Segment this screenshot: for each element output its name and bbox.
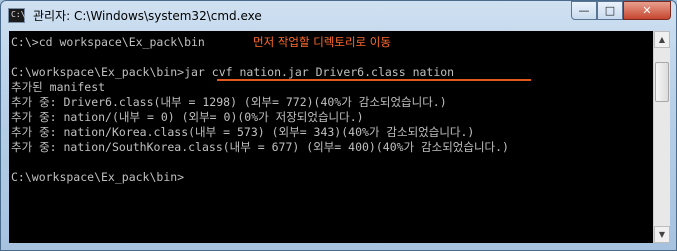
console-prompt: C:\workspace\Ex_pack\bin>	[11, 170, 185, 184]
scroll-down-icon[interactable]: ▼	[654, 226, 670, 243]
vertical-scrollbar[interactable]: ▲ ▼	[653, 31, 670, 243]
console-line: C:\workspace\Ex_pack\bin>jar cvf nation.…	[11, 65, 455, 79]
minimize-button[interactable]: —	[571, 1, 597, 20]
cmd-window: C:\ 관리자: C:\Windows\system32\cmd.exe — □…	[0, 0, 677, 251]
console-line: C:\>cd workspace\Ex_pack\bin	[11, 35, 205, 49]
scroll-up-icon[interactable]: ▲	[654, 31, 670, 48]
scroll-thumb[interactable]	[655, 62, 669, 102]
console-line: 추가 중: nation/(내부 = 0) (외부= 0)(0%가 저장되었습니…	[11, 110, 364, 124]
cmd-app-icon[interactable]: C:\	[8, 8, 25, 23]
console-output[interactable]: C:\>cd workspace\Ex_pack\bin 먼저 작업할 디렉토리…	[9, 31, 653, 243]
console-line: 추가 중: Driver6.class(내부 = 1298) (외부= 772)…	[11, 95, 447, 109]
window-title: 관리자: C:\Windows\system32\cmd.exe	[33, 9, 262, 23]
annotation-text: 먼저 작업할 디렉토리로 이동	[253, 35, 391, 49]
title-bar[interactable]: C:\ 관리자: C:\Windows\system32\cmd.exe — □…	[1, 1, 676, 31]
maximize-button[interactable]: □	[597, 1, 623, 20]
console-line: 추가 중: nation/Korea.class(내부 = 573) (외부= …	[11, 125, 475, 139]
console-line: 추가된 manifest	[11, 80, 106, 94]
close-button[interactable]: ✕	[623, 1, 671, 20]
command-underline	[217, 79, 531, 81]
console-line: 추가 중: nation/SouthKorea.class(내부 = 677) …	[11, 140, 509, 154]
